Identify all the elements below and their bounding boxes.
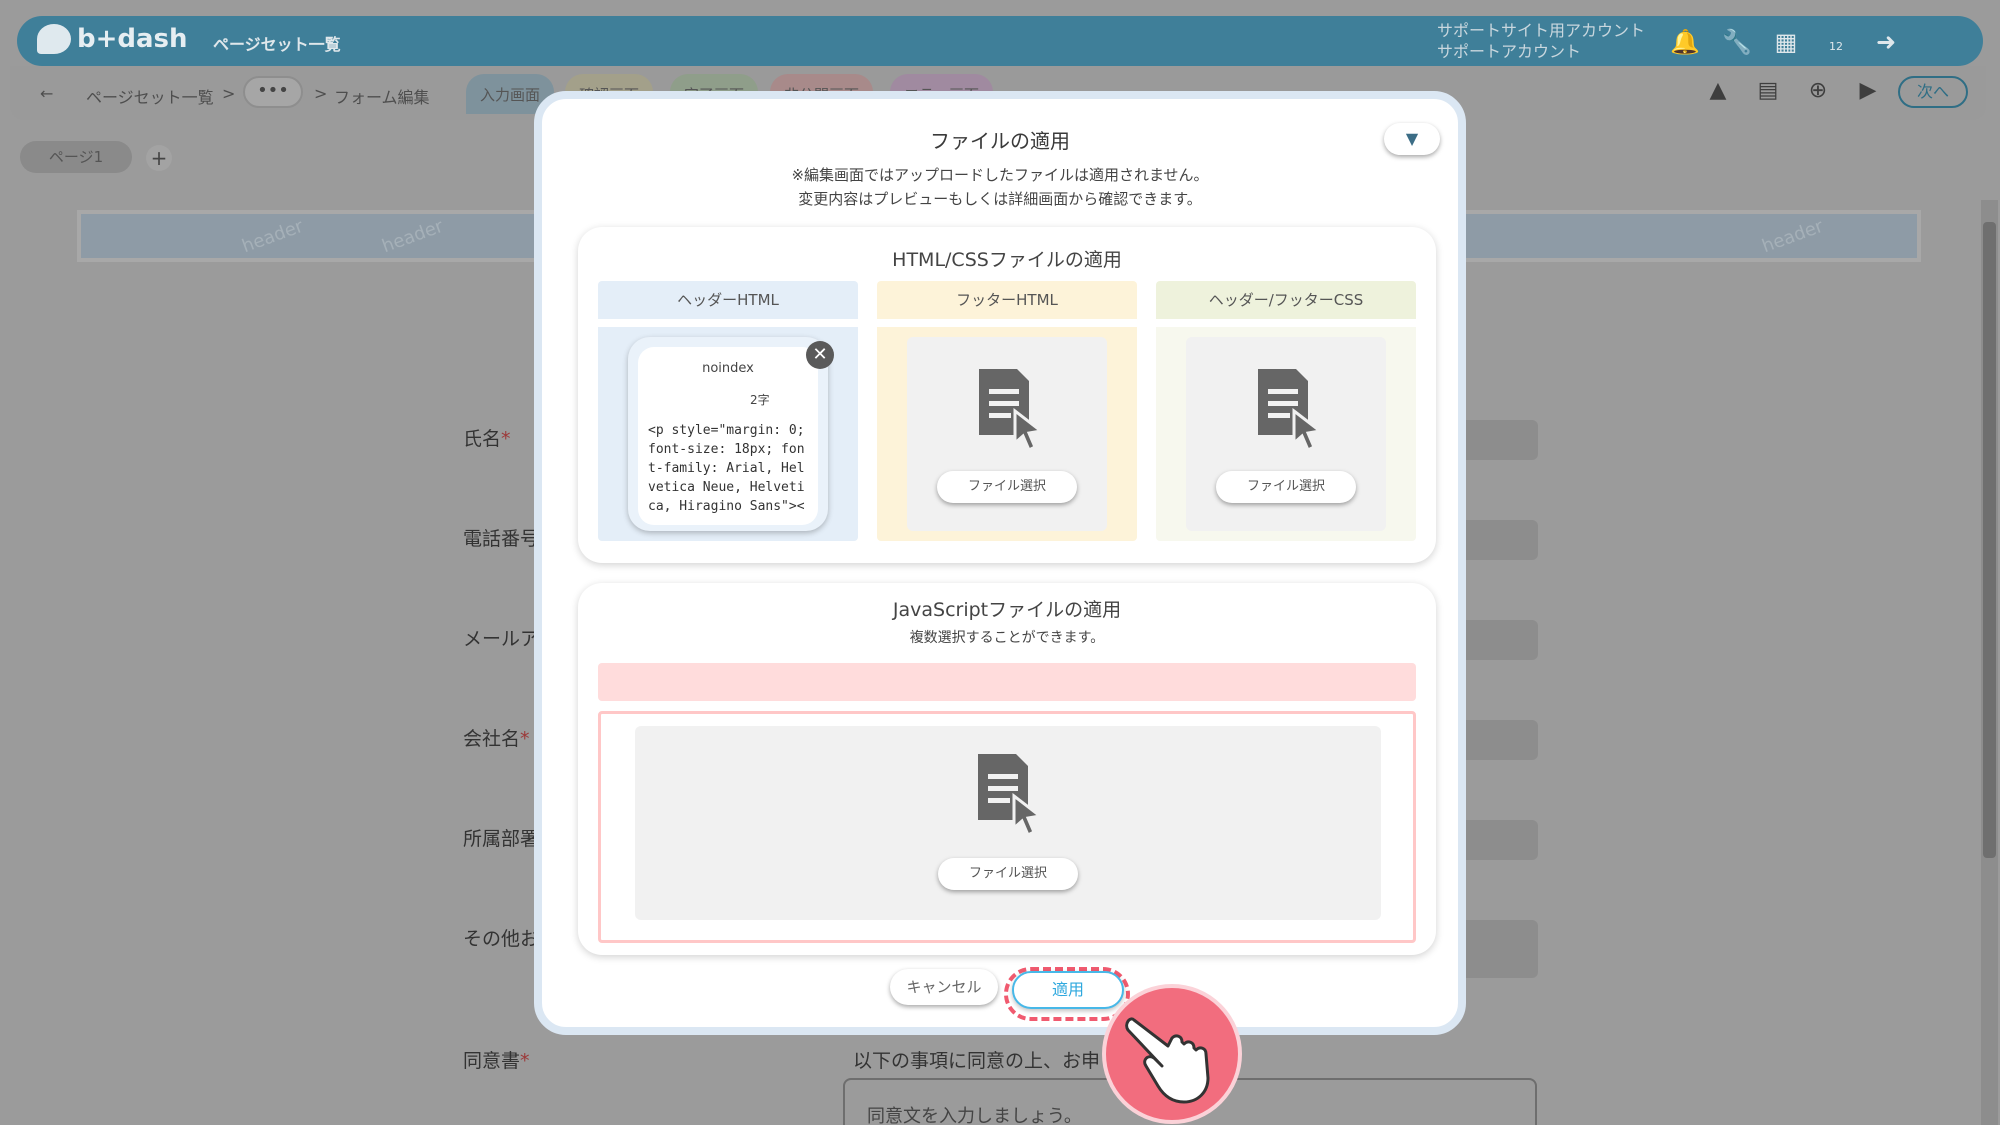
wrench-icon[interactable]: 🔧 bbox=[1722, 28, 1752, 56]
header-html-label: ヘッダーHTML bbox=[598, 281, 858, 319]
beginner-mark-icon[interactable]: ▲ bbox=[1704, 78, 1732, 106]
header-html-column: ヘッダーHTML noindex 2字 <p style="margin: 0;… bbox=[598, 281, 858, 541]
javascript-drop-area[interactable]: ファイル選択 bbox=[635, 726, 1381, 920]
document-click-icon bbox=[978, 754, 1044, 838]
breadcrumb-separator: > bbox=[314, 84, 328, 103]
remove-file-close-icon[interactable]: ✕ bbox=[806, 341, 834, 369]
chat-notification-icon[interactable]: 12 bbox=[1822, 28, 1850, 56]
add-circle-icon[interactable]: ⊕ bbox=[1804, 78, 1832, 106]
breadcrumb-more-button[interactable]: ••• bbox=[243, 76, 303, 108]
page-title: ページセット一覧 bbox=[213, 35, 341, 54]
help-beginner-button[interactable]: ▼ bbox=[1384, 123, 1440, 155]
breadcrumb-separator: > bbox=[222, 84, 236, 103]
form-label-name: 氏名* bbox=[463, 428, 511, 450]
logout-icon[interactable]: ➜ bbox=[1872, 28, 1900, 56]
form-label-agreement: 同意書* bbox=[463, 1050, 530, 1072]
document-click-icon bbox=[979, 369, 1045, 453]
account-line-1: サポートサイト用アカウント bbox=[1437, 21, 1646, 40]
back-arrow-icon[interactable]: ← bbox=[40, 84, 53, 103]
breadcrumb-form-edit: フォーム編集 bbox=[334, 88, 430, 107]
header-watermark: header bbox=[239, 215, 307, 258]
css-file-select-button[interactable]: ファイル選択 bbox=[1216, 471, 1356, 503]
footer-html-label: フッターHTML bbox=[877, 281, 1137, 319]
preview-play-icon[interactable]: ▶ bbox=[1854, 78, 1882, 106]
file-card-body: noindex 2字 <p style="margin: 0; font-siz… bbox=[638, 347, 818, 525]
javascript-section: JavaScriptファイルの適用 複数選択することができます。 ファイル選択 bbox=[578, 583, 1436, 955]
next-button[interactable]: 次へ bbox=[1898, 76, 1968, 108]
grid-apps-icon[interactable]: ▦ bbox=[1772, 28, 1800, 56]
header-footer-css-dropzone[interactable]: ファイル選択 bbox=[1156, 327, 1416, 541]
bell-icon[interactable]: 🔔 bbox=[1670, 28, 1700, 56]
add-page-button[interactable]: + bbox=[146, 145, 172, 171]
cancel-button[interactable]: キャンセル bbox=[890, 969, 998, 1005]
header-footer-css-column: ヘッダー/フッターCSS ファイル選択 bbox=[1156, 281, 1416, 541]
modal-note-line-2: 変更内容はプレビューもしくは詳細画面から確認できます。 bbox=[798, 190, 1202, 208]
javascript-dropzone[interactable]: ファイル選択 bbox=[598, 711, 1416, 943]
footer-html-file-select-button[interactable]: ファイル選択 bbox=[937, 471, 1077, 503]
javascript-file-select-button[interactable]: ファイル選択 bbox=[938, 858, 1078, 890]
header-watermark: header bbox=[379, 215, 447, 258]
header-html-dropzone[interactable]: noindex 2字 <p style="margin: 0; font-siz… bbox=[598, 327, 858, 541]
file-apply-modal: ファイルの適用 ▼ ※編集画面ではアップロードしたファイルは適用されません。 変… bbox=[534, 91, 1466, 1035]
account-info[interactable]: サポートサイト用アカウント サポートアカウント bbox=[1437, 20, 1645, 62]
header-footer-css-label: ヘッダー/フッターCSS bbox=[1156, 281, 1416, 319]
footer-html-column: フッターHTML ファイル選択 bbox=[877, 281, 1137, 541]
account-line-2: サポートアカウント bbox=[1437, 42, 1582, 61]
modal-title: ファイルの適用 bbox=[930, 129, 1070, 153]
notification-count: 12 bbox=[1829, 40, 1843, 53]
javascript-file-list-bar bbox=[598, 663, 1416, 701]
form-label-dept: 所属部署 bbox=[463, 828, 540, 850]
file-content-preview: <p style="margin: 0; font-size: 18px; fo… bbox=[648, 423, 805, 514]
header-watermark: header bbox=[1759, 215, 1827, 258]
file-length: 2字 bbox=[750, 393, 770, 407]
modal-note: ※編集画面ではアップロードしたファイルは適用されません。 変更内容はプレビューも… bbox=[542, 163, 1458, 211]
top-navigation-bar: b+dash ページセット一覧 サポートサイト用アカウント サポートアカウント … bbox=[17, 16, 1983, 66]
page-tab-1[interactable]: ページ1 bbox=[20, 141, 132, 173]
logo-bubble-icon bbox=[37, 24, 71, 54]
html-css-section-title: HTML/CSSファイルの適用 bbox=[892, 249, 1122, 271]
uploaded-file-card: noindex 2字 <p style="margin: 0; font-siz… bbox=[628, 337, 834, 531]
file-name: noindex bbox=[702, 361, 754, 376]
modal-note-line-1: ※編集画面ではアップロードしたファイルは適用されません。 bbox=[791, 166, 1209, 184]
beginner-mark-icon: ▼ bbox=[1405, 129, 1419, 148]
breadcrumb-pageset-list[interactable]: ページセット一覧 bbox=[86, 84, 214, 108]
pointing-hand-icon bbox=[1125, 1017, 1210, 1104]
form-label-phone: 電話番号 bbox=[463, 528, 540, 550]
javascript-section-subtitle: 複数選択することができます。 bbox=[909, 630, 1105, 646]
tutorial-pointer bbox=[1102, 984, 1242, 1124]
app-logo[interactable]: b+dash bbox=[37, 24, 188, 54]
footer-html-dropzone[interactable]: ファイル選択 bbox=[877, 327, 1137, 541]
html-css-section: HTML/CSSファイルの適用 ヘッダーHTML noindex 2字 <p s… bbox=[578, 227, 1436, 563]
form-label-company: 会社名* bbox=[463, 728, 530, 750]
document-click-icon bbox=[1258, 369, 1324, 453]
logo-text: b+dash bbox=[77, 24, 188, 54]
css-drop-area[interactable]: ファイル選択 bbox=[1186, 337, 1386, 531]
footer-html-drop-area[interactable]: ファイル選択 bbox=[907, 337, 1107, 531]
javascript-section-title: JavaScriptファイルの適用 bbox=[892, 599, 1122, 621]
scrollbar-thumb[interactable] bbox=[1983, 222, 1996, 858]
html-file-icon[interactable]: ▤ bbox=[1754, 78, 1782, 106]
